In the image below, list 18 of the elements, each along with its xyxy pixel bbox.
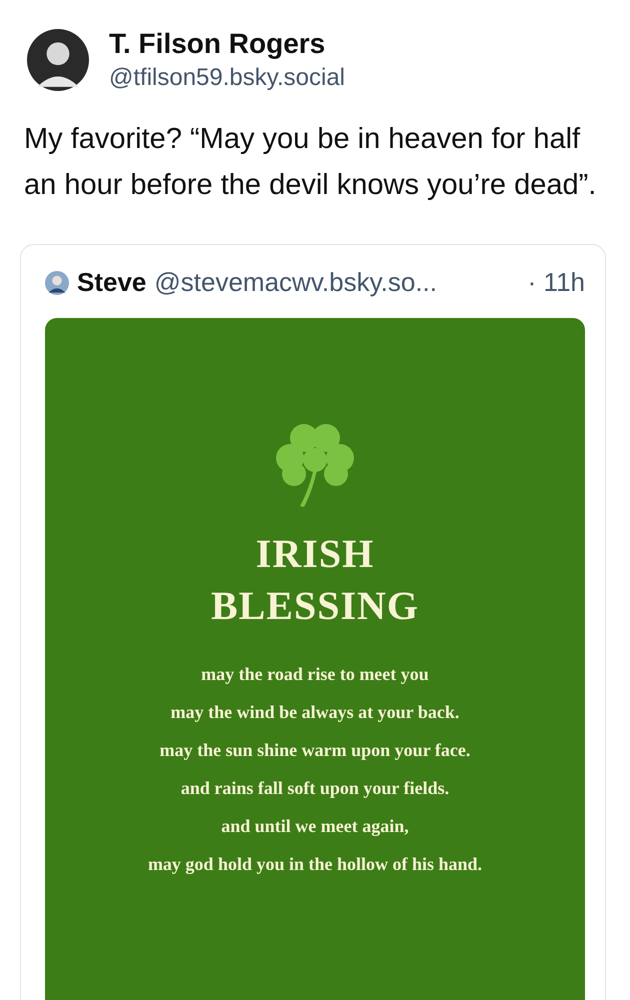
blessing-line: may the wind be always at your back. xyxy=(170,701,460,724)
blessing-line: may the road rise to meet you xyxy=(201,663,429,686)
blessing-title: IRISH xyxy=(256,530,374,578)
blessing-line: and until we meet again, xyxy=(221,815,409,838)
author-name[interactable]: T. Filson Rogers xyxy=(109,26,346,62)
blessing-line: and rains fall soft upon your fields. xyxy=(180,777,450,800)
blessing-line: may god hold you in the hollow of his hand. xyxy=(148,853,482,876)
blessing-image[interactable] xyxy=(45,318,585,1000)
blessing-line: may the sun shine warm upon your face. xyxy=(160,739,470,762)
post-time: · 11h xyxy=(528,267,585,298)
avatar-icon[interactable] xyxy=(45,270,69,294)
quoted-post-card[interactable] xyxy=(20,244,606,1000)
avatar-icon[interactable] xyxy=(27,29,89,91)
blessing-title: BLESSING xyxy=(210,582,420,630)
author-name[interactable]: Steve xyxy=(77,267,146,298)
post-text: My favorite? “May you be in heaven for half an hour before the devil knows you’re dead”. xyxy=(24,122,598,203)
author-handle[interactable]: @tfilson59.bsky.social xyxy=(109,62,346,94)
author-handle[interactable]: @stevemacwv.bsky.so... xyxy=(154,267,438,298)
